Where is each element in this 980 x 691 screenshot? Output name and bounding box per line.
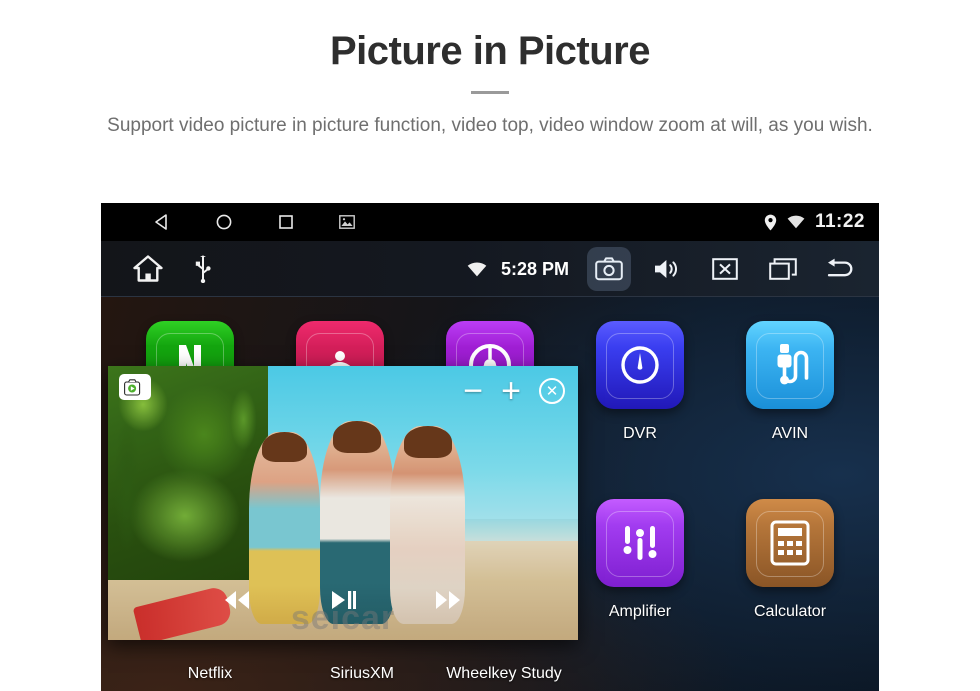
- system-toolbar-right: 5:28 PM: [467, 241, 863, 297]
- home-screen: Netflix SiriusXM Wheelkey Study: [101, 297, 879, 691]
- pip-video-window[interactable]: − + ✕ seicar: [108, 366, 578, 640]
- title-divider: [471, 91, 509, 94]
- gauge-glyph: [617, 342, 663, 388]
- usb-icon[interactable]: [195, 254, 211, 283]
- close-box-icon[interactable]: [703, 247, 747, 291]
- equalizer-glyph: [618, 521, 662, 565]
- previous-track-icon[interactable]: [222, 590, 252, 610]
- pip-zoom-out-button[interactable]: −: [463, 374, 483, 408]
- screenshot-image-icon[interactable]: [339, 215, 355, 229]
- system-toolbar-left: [133, 254, 211, 283]
- recents-square-icon[interactable]: [277, 213, 295, 231]
- calculator-glyph: [770, 520, 810, 566]
- toolbar-clock: 5:28 PM: [500, 258, 569, 279]
- back-triangle-icon[interactable]: [153, 213, 171, 231]
- camera-icon[interactable]: [587, 247, 631, 291]
- pip-close-button[interactable]: ✕: [539, 378, 565, 404]
- app-label-netflix-hidden: Netflix: [187, 665, 233, 682]
- dvr-icon[interactable]: [596, 321, 684, 409]
- app-label-wheelkey-hidden: Wheelkey Study: [446, 665, 562, 682]
- home-circle-icon[interactable]: [215, 213, 233, 231]
- pip-zoom-in-button[interactable]: +: [501, 374, 521, 408]
- status-bar-right: 11:22: [764, 203, 865, 241]
- wifi-icon: [787, 215, 805, 229]
- page-subtitle: Support video picture in picture functio…: [107, 115, 873, 136]
- page-title: Picture in Picture: [330, 29, 650, 73]
- app-label: Calculator: [753, 603, 827, 620]
- avin-icon[interactable]: [746, 321, 834, 409]
- android-status-bar: 11:22: [101, 203, 879, 241]
- system-toolbar: 5:28 PM: [101, 241, 879, 297]
- app-label: DVR: [623, 425, 657, 442]
- app-tile-amplifier[interactable]: Amplifier: [565, 499, 715, 677]
- marketing-header: Picture in Picture Support video picture…: [0, 0, 980, 140]
- amplifier-icon[interactable]: [596, 499, 684, 587]
- pip-transport-controls: [108, 590, 578, 610]
- calculator-icon[interactable]: [746, 499, 834, 587]
- pip-window-controls: − + ✕: [463, 374, 565, 408]
- device-screen: 11:22 5:28 PM DVR AVIN Amplifier Calcula…: [101, 203, 879, 691]
- app-tile-avin[interactable]: AVIN: [715, 321, 865, 499]
- back-arrow-icon[interactable]: [819, 247, 863, 291]
- home-icon[interactable]: [133, 255, 163, 282]
- status-bar-clock: 11:22: [814, 211, 865, 232]
- pip-video-camera-icon[interactable]: [119, 374, 151, 400]
- app-label: AVIN: [771, 425, 809, 442]
- recent-apps-icon[interactable]: [761, 247, 805, 291]
- location-pin-icon: [764, 214, 777, 231]
- app-label: Amplifier: [608, 603, 672, 620]
- next-track-icon[interactable]: [434, 590, 464, 610]
- app-tile-dvr[interactable]: DVR: [565, 321, 715, 499]
- app-tile-calculator[interactable]: Calculator: [715, 499, 865, 677]
- android-nav-buttons: [153, 213, 355, 231]
- plug-glyph: [769, 341, 811, 389]
- play-pause-icon[interactable]: [330, 590, 356, 610]
- speaker-icon[interactable]: [645, 247, 689, 291]
- wifi-icon: [467, 262, 487, 277]
